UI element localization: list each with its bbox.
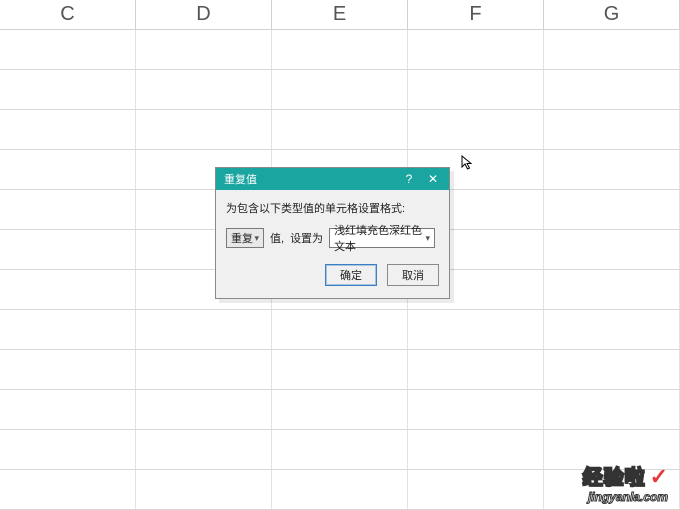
table-row	[0, 30, 680, 70]
cell[interactable]	[544, 70, 680, 109]
watermark-text: 经验啦	[583, 461, 646, 490]
select-value: 浅红填充色深红色文本	[334, 222, 425, 254]
help-button[interactable]: ?	[397, 170, 421, 188]
table-row	[0, 390, 680, 430]
ok-button[interactable]: 确定	[325, 264, 377, 286]
dialog-title: 重复值	[224, 171, 397, 187]
cancel-button[interactable]: 取消	[387, 264, 439, 286]
cell[interactable]	[544, 230, 680, 269]
cell[interactable]	[408, 310, 544, 349]
form-row: 重复 ▾ 值, 设置为 浅红填充色深红色文本 ▾	[226, 228, 439, 248]
cell[interactable]	[136, 110, 272, 149]
watermark: 经验啦 ✓ jingyanla.com	[583, 461, 668, 504]
column-header[interactable]: F	[408, 0, 544, 29]
cell[interactable]	[408, 30, 544, 69]
cell[interactable]	[408, 390, 544, 429]
cell[interactable]	[0, 350, 136, 389]
cell[interactable]	[544, 390, 680, 429]
cell[interactable]	[272, 350, 408, 389]
duplicate-values-dialog: 重复值 ? ✕ 为包含以下类型值的单元格设置格式: 重复 ▾ 值, 设置为 浅红…	[215, 167, 450, 299]
cell[interactable]	[136, 390, 272, 429]
cell[interactable]	[0, 270, 136, 309]
cell[interactable]	[544, 30, 680, 69]
cell[interactable]	[408, 350, 544, 389]
table-row	[0, 350, 680, 390]
cell[interactable]	[136, 350, 272, 389]
cell[interactable]	[272, 70, 408, 109]
cell[interactable]	[272, 470, 408, 509]
cell[interactable]	[136, 470, 272, 509]
dialog-body: 为包含以下类型值的单元格设置格式: 重复 ▾ 值, 设置为 浅红填充色深红色文本…	[216, 190, 449, 298]
value-label: 值,	[270, 230, 284, 246]
cell[interactable]	[0, 110, 136, 149]
column-header[interactable]: D	[136, 0, 272, 29]
dialog-titlebar[interactable]: 重复值 ? ✕	[216, 168, 449, 190]
cell[interactable]	[544, 110, 680, 149]
table-row	[0, 70, 680, 110]
cell[interactable]	[0, 230, 136, 269]
chevron-down-icon: ▾	[426, 233, 431, 244]
cell[interactable]	[544, 310, 680, 349]
select-value: 重复	[231, 230, 253, 246]
cell[interactable]	[408, 430, 544, 469]
cell[interactable]	[544, 190, 680, 229]
cell[interactable]	[0, 390, 136, 429]
cell[interactable]	[408, 110, 544, 149]
table-row	[0, 430, 680, 470]
column-header[interactable]: E	[272, 0, 408, 29]
cell[interactable]	[272, 310, 408, 349]
cell[interactable]	[0, 150, 136, 189]
table-row	[0, 110, 680, 150]
cell[interactable]	[136, 430, 272, 469]
cell[interactable]	[272, 390, 408, 429]
cell[interactable]	[136, 70, 272, 109]
checkmark-icon: ✓	[650, 464, 668, 490]
cell[interactable]	[408, 70, 544, 109]
duplicate-type-select[interactable]: 重复 ▾	[226, 228, 264, 248]
table-row	[0, 310, 680, 350]
cell[interactable]	[544, 270, 680, 309]
cell[interactable]	[136, 30, 272, 69]
dialog-button-row: 确定 取消	[226, 264, 439, 286]
cell[interactable]	[408, 470, 544, 509]
cell[interactable]	[136, 310, 272, 349]
cell[interactable]	[272, 110, 408, 149]
table-row	[0, 470, 680, 510]
cell[interactable]	[0, 70, 136, 109]
column-header[interactable]: C	[0, 0, 136, 29]
cell[interactable]	[0, 430, 136, 469]
cell[interactable]	[0, 310, 136, 349]
cell[interactable]	[272, 30, 408, 69]
cell[interactable]	[0, 190, 136, 229]
watermark-url: jingyanla.com	[583, 490, 668, 504]
cell[interactable]	[272, 430, 408, 469]
cell[interactable]	[544, 350, 680, 389]
cell[interactable]	[544, 150, 680, 189]
dialog-instruction: 为包含以下类型值的单元格设置格式:	[226, 200, 439, 216]
cell[interactable]	[0, 30, 136, 69]
close-button[interactable]: ✕	[421, 170, 445, 188]
set-as-label: 设置为	[290, 230, 323, 246]
chevron-down-icon: ▾	[254, 233, 259, 244]
column-headers-row: C D E F G	[0, 0, 680, 30]
column-header[interactable]: G	[544, 0, 680, 29]
format-select[interactable]: 浅红填充色深红色文本 ▾	[329, 228, 435, 248]
cell[interactable]	[0, 470, 136, 509]
